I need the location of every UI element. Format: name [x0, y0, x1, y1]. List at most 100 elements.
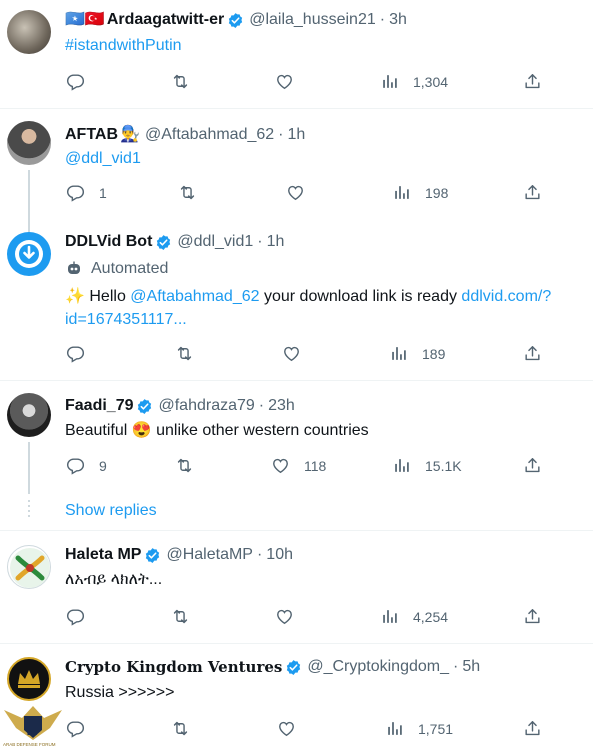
separator-dot: ·	[278, 126, 284, 143]
repost-button[interactable]	[171, 607, 190, 626]
like-button[interactable]: 118	[271, 456, 326, 475]
heart-eyes-emoji: 😍	[131, 422, 152, 439]
reply-button[interactable]: 9	[66, 456, 107, 475]
author-name[interactable]: AFTAB	[65, 125, 118, 145]
views-button[interactable]: 189	[389, 344, 445, 363]
reply-icon	[66, 183, 85, 202]
like-button[interactable]	[275, 607, 294, 626]
heart-icon	[271, 456, 290, 475]
reply-button[interactable]: 1	[66, 183, 107, 202]
avatar[interactable]	[7, 545, 51, 589]
post-time[interactable]: 10h	[266, 545, 293, 565]
reply-count: 9	[99, 457, 107, 474]
repost-button[interactable]	[175, 456, 194, 475]
author-handle[interactable]: @Aftabahmad_62	[145, 125, 274, 145]
repost-icon	[171, 607, 190, 626]
author-name[interactable]: Ardaagatwitt-er	[107, 10, 224, 30]
share-icon	[523, 456, 542, 475]
heart-icon	[286, 183, 305, 202]
post-aftab[interactable]: AFTAB 👨‍🔧 @Aftabahmad_62 · 1h @ddl_vid1 …	[0, 110, 593, 234]
like-button[interactable]	[282, 344, 301, 363]
like-button[interactable]	[275, 72, 294, 91]
sparkles-emoji: ✨	[65, 288, 85, 305]
share-button[interactable]	[523, 344, 542, 363]
crown-logo-icon	[18, 670, 40, 688]
author-handle[interactable]: @ddl_vid1	[177, 232, 253, 252]
views-count: 198	[425, 184, 449, 201]
avatar[interactable]	[7, 393, 51, 437]
verified-badge-icon	[227, 12, 244, 29]
avatar[interactable]	[7, 232, 51, 276]
post-crypto-kingdom[interactable]: Crypto Kingdom Ventures @_Cryptokingdom_…	[0, 645, 593, 752]
post-hashtag[interactable]: #istandwithPutin	[65, 35, 182, 57]
author-name[interactable]: Haleta MP	[65, 545, 141, 565]
share-button[interactable]	[523, 607, 542, 626]
post-mention[interactable]: @ddl_vid1	[65, 148, 141, 170]
author-handle[interactable]: @laila_hussein21	[249, 10, 376, 30]
bar-chart-icon	[392, 183, 411, 202]
author-name[interactable]: Faadi_79	[65, 396, 133, 416]
reply-button[interactable]	[66, 719, 85, 738]
repost-button[interactable]	[178, 183, 197, 202]
post-ddlvid-bot[interactable]: DDLVid Bot @ddl_vid1 · 1h Automated ✨ He…	[0, 220, 593, 381]
repost-button[interactable]	[175, 344, 194, 363]
repost-button[interactable]	[171, 719, 190, 738]
verified-badge-icon	[155, 234, 172, 251]
reply-button[interactable]	[66, 607, 85, 626]
bar-chart-icon	[385, 719, 404, 738]
post-time[interactable]: 1h	[267, 232, 285, 252]
post-time[interactable]: 3h	[389, 10, 407, 30]
text-part: Beautiful	[65, 422, 128, 439]
haleta-logo-icon	[10, 548, 50, 588]
share-icon	[523, 719, 542, 738]
separator-dot: ·	[258, 397, 265, 414]
bar-chart-icon	[380, 607, 399, 626]
post-time[interactable]: 5h	[462, 657, 480, 677]
share-button[interactable]	[523, 719, 542, 738]
views-button[interactable]: 4,254	[380, 607, 448, 626]
views-button[interactable]: 1,304	[380, 72, 448, 91]
heart-icon	[275, 607, 294, 626]
thread-dots	[28, 500, 30, 520]
separator-dot: ·	[379, 11, 386, 28]
views-count: 189	[422, 345, 446, 362]
avatar[interactable]	[7, 10, 51, 54]
avatar[interactable]	[7, 657, 51, 701]
repost-button[interactable]	[171, 72, 190, 91]
post-text: Russia >>>>>>	[65, 684, 175, 701]
post-time[interactable]: 23h	[268, 396, 295, 416]
like-count: 118	[304, 457, 327, 474]
share-button[interactable]	[523, 183, 542, 202]
post-time[interactable]: 1h	[288, 125, 306, 145]
post-haleta-mp[interactable]: Haleta MP @HaletaMP · 10h ለአብይ ላክለት... 4…	[0, 531, 593, 644]
views-button[interactable]: 198	[392, 183, 448, 202]
author-handle[interactable]: @fahdraza79	[158, 396, 254, 416]
author-name[interactable]: DDLVid Bot	[65, 232, 152, 252]
avatar[interactable]	[7, 121, 51, 165]
automated-label[interactable]: Automated	[91, 259, 168, 279]
author-handle[interactable]: @HaletaMP	[166, 545, 253, 565]
share-icon	[523, 607, 542, 626]
post-faadi79[interactable]: Faadi_79 @fahdraza79 · 23h Beautiful 😍 u…	[0, 382, 593, 494]
repost-icon	[175, 456, 194, 475]
like-button[interactable]	[277, 719, 296, 738]
like-button[interactable]	[286, 183, 305, 202]
reply-button[interactable]	[66, 72, 85, 91]
show-replies-link[interactable]: Show replies	[65, 502, 157, 520]
repost-icon	[171, 719, 190, 738]
reply-button[interactable]	[66, 344, 85, 363]
views-count: 1,751	[418, 720, 454, 737]
share-button[interactable]	[523, 456, 542, 475]
views-button[interactable]: 1,751	[385, 719, 453, 738]
mention-link[interactable]: @Aftabahmad_62	[130, 288, 259, 305]
download-url-link[interactable]: ddlvid.com/?	[461, 288, 551, 305]
reply-count: 1	[99, 184, 107, 201]
author-handle[interactable]: @_Cryptokingdom_	[307, 657, 449, 677]
views-button[interactable]: 15.1K	[392, 456, 462, 475]
share-button[interactable]	[523, 72, 542, 91]
post-ardaagatwitt-er[interactable]: 🇸🇴🇹🇷 Ardaagatwitt-er @laila_hussein21 · …	[0, 0, 593, 109]
robot-icon	[68, 261, 80, 274]
download-url-link-continued[interactable]: id=1674351117...	[65, 309, 187, 331]
verified-badge-icon	[136, 398, 153, 415]
author-name[interactable]: Crypto Kingdom Ventures	[65, 657, 282, 677]
